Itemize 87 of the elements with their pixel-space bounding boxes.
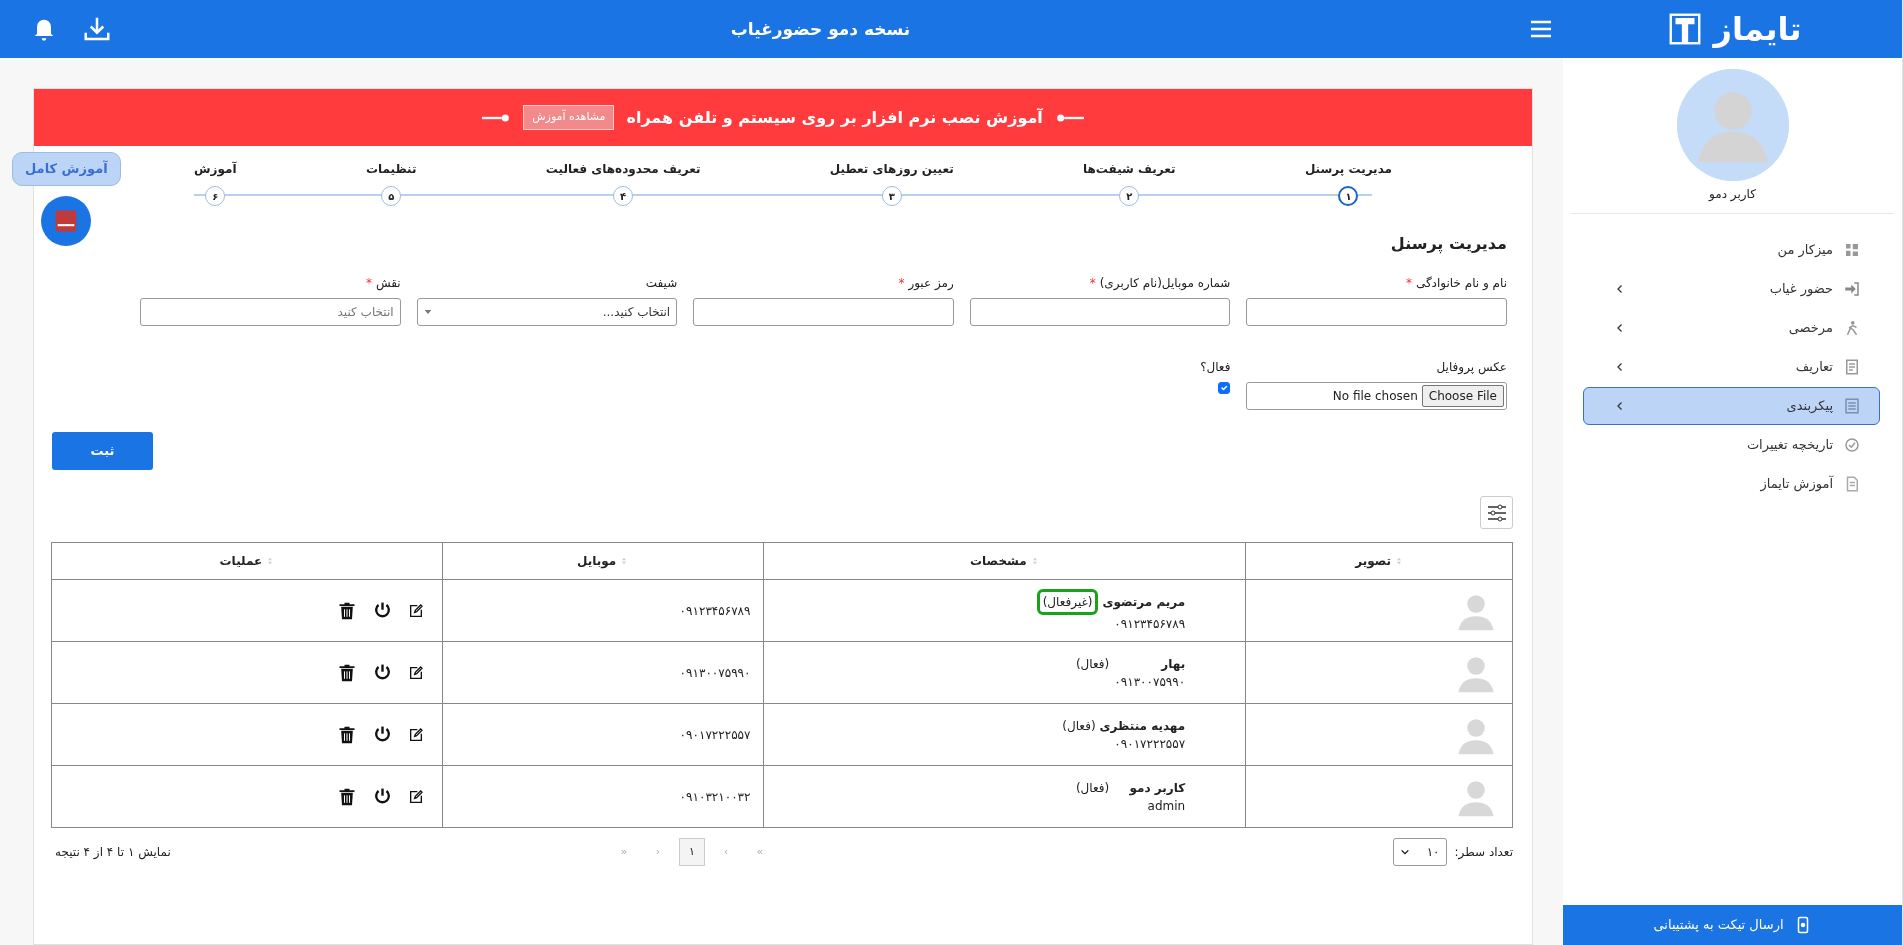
edit-icon[interactable] — [407, 602, 424, 619]
column-header[interactable]: عملیات — [51, 542, 443, 580]
power-icon[interactable] — [372, 725, 392, 744]
field-label: نقش — [375, 275, 401, 292]
person-name: بهار — [1159, 655, 1186, 673]
step-label: تعریف شیفت‌ها — [1083, 161, 1176, 178]
user-name: کاربر دمو — [1571, 185, 1894, 214]
section-title: مدیریت پرسنل — [1389, 233, 1507, 256]
person-detail: ۰۹۱۲۳۴۵۶۷۸۹ — [1113, 615, 1186, 633]
field-label: رمز عبور — [908, 275, 954, 292]
avatar-icon — [1676, 69, 1789, 181]
sidebar-menu-item[interactable]: پیکربندی — [1583, 387, 1880, 425]
document-icon — [1843, 397, 1861, 415]
step-circle[interactable]: ۶ — [205, 186, 226, 206]
step-circle[interactable]: ۴ — [613, 186, 634, 206]
step-label: تنظیمات — [365, 161, 417, 178]
power-icon[interactable] — [372, 601, 392, 620]
rows-per-page-select[interactable]: ۱۰ — [1392, 838, 1447, 866]
person-detail: admin — [1146, 797, 1186, 815]
check-circle-icon — [1843, 436, 1861, 454]
file-status-text: No file chosen — [1332, 388, 1418, 405]
mobile-number: ۰۹۱۰۳۲۱۰۰۳۲ — [679, 789, 751, 804]
document-icon — [1843, 358, 1861, 376]
field-label: فعال؟ — [1199, 359, 1231, 376]
field-label: شیفت — [645, 275, 678, 292]
active-checkbox[interactable] — [1218, 382, 1231, 394]
person-detail: ۰۹۱۳۰۰۷۵۹۹۰ — [1113, 673, 1186, 691]
sort-icon — [1395, 555, 1403, 566]
rows-per-page-label: تعداد سطر: — [1454, 844, 1513, 861]
caret-icon — [423, 308, 432, 316]
sidebar-menu-item[interactable]: مرخصی — [1583, 309, 1880, 347]
sidebar-menu-item[interactable]: تاریخچه تغییرات — [1583, 426, 1880, 464]
required-mark: * — [1405, 275, 1412, 292]
step-label: مدیریت پرسنل — [1304, 161, 1392, 178]
sidebar-menu-item[interactable]: آموزش تایماز — [1583, 465, 1880, 503]
step-label: تعریف محدوده‌های فعالیت — [545, 161, 701, 178]
input-field[interactable] — [1246, 298, 1507, 326]
status-label: (فعال) — [1062, 717, 1096, 735]
required-mark: * — [365, 275, 372, 292]
dropdown-field[interactable]: انتخاب کنید... — [416, 298, 678, 326]
edit-icon[interactable] — [407, 788, 424, 805]
step-circle[interactable]: ۱ — [1338, 186, 1359, 206]
column-header[interactable]: مشخصات — [763, 542, 1246, 580]
field-label: عکس پروفایل — [1435, 359, 1507, 376]
column-header[interactable]: تصویر — [1245, 542, 1513, 580]
filter-settings-button[interactable] — [1480, 496, 1513, 529]
input-field[interactable] — [969, 298, 1231, 326]
choose-file-button[interactable]: Choose File — [1421, 385, 1504, 407]
step-circle[interactable]: ۲ — [1119, 186, 1140, 206]
step-circle[interactable]: ۵ — [381, 186, 402, 206]
column-header[interactable]: موبایل — [442, 542, 763, 580]
file-field[interactable]: No file chosen Choose File — [1246, 382, 1507, 410]
step-label: آموزش — [194, 160, 237, 178]
field-label: نام و نام خانوادگی — [1415, 275, 1507, 292]
mobile-number: ۰۹۰۱۷۲۲۲۵۵۷ — [679, 727, 751, 742]
sidebar-menu-item[interactable]: تعاریف — [1583, 348, 1880, 386]
person-name: مریم مرتضوی — [1102, 593, 1186, 611]
power-icon[interactable] — [372, 663, 392, 682]
edit-icon[interactable] — [407, 664, 424, 681]
person-detail: ۰۹۰۱۷۲۲۲۵۵۷ — [1113, 735, 1186, 753]
step-label: تعیین روزهای تعطیل — [829, 161, 954, 178]
required-mark: * — [1089, 275, 1096, 292]
chevron-down-icon — [1399, 847, 1410, 857]
sidebar-menu-item[interactable]: حضور غیاب — [1583, 270, 1880, 308]
status-label: (غیرفعال) — [1036, 588, 1099, 615]
mobile-number: ۰۹۱۳۰۰۷۵۹۹۰ — [679, 665, 751, 680]
pagination-button[interactable]: ۱ — [678, 838, 705, 866]
power-icon[interactable] — [372, 787, 392, 806]
login-arrow-icon — [1843, 280, 1861, 298]
step-circle[interactable]: ۳ — [881, 186, 902, 206]
edit-icon[interactable] — [407, 726, 424, 743]
person-name: مهدیه منتظری — [1099, 717, 1186, 735]
status-label: (فعال) — [1075, 655, 1110, 673]
mobile-number: ۰۹۱۲۳۴۵۶۷۸۹ — [679, 603, 751, 618]
required-mark: * — [898, 275, 905, 292]
sidebar-menu-item[interactable]: میزکار من — [1583, 231, 1880, 269]
person-name: کاربر دمو — [1128, 779, 1186, 797]
input-field[interactable]: انتخاب کنید — [140, 298, 401, 326]
status-label: (فعال) — [1075, 779, 1110, 797]
banner-text: آموزش نصب نرم افزار بر روی سیستم و تلفن همراه — [626, 106, 1043, 129]
grid-icon — [1843, 241, 1861, 259]
input-field[interactable] — [693, 298, 954, 326]
submit-button[interactable]: ثبت — [52, 432, 153, 470]
field-label: شماره موبایل(نام کاربری) — [1099, 275, 1231, 292]
page-title: نسخه دمو حضورغیاب — [729, 18, 912, 40]
support-ticket-button[interactable]: ارسال تیکت به پشتیبانی — [1563, 905, 1902, 945]
results-summary: نمایش ۱ تا ۴ از ۴ نتیجه — [55, 844, 171, 861]
